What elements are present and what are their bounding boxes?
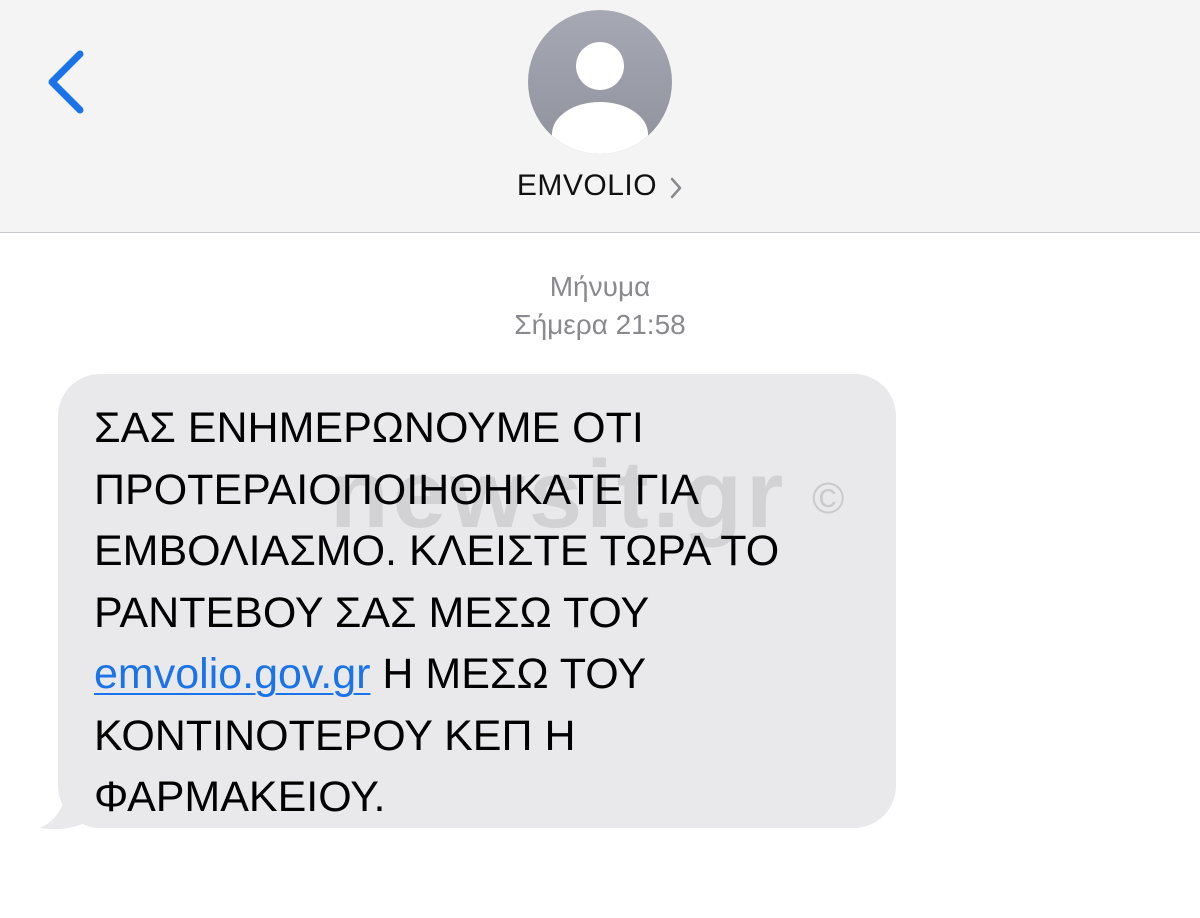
message-bubble[interactable]: ΣΑΣ ΕΝΗΜΕΡΩΝΟΥΜΕ ΟΤΙ ΠΡΟΤΕΡΑΙΟΠΟΙΗΘΗΚΑΤΕ… [58,374,896,828]
contact-info-button[interactable]: EMVOLIO [0,164,1200,208]
chevron-left-icon [48,50,84,114]
thread-label: Μήνυμα [549,271,651,302]
conversation-header: EMVOLIO [0,0,1200,233]
chevron-right-icon [670,177,682,199]
contact-name: EMVOLIO [516,169,658,202]
back-button[interactable] [40,48,96,116]
message-timestamp: Σήμερα 21:58 [514,309,686,340]
contact-avatar[interactable] [528,10,672,154]
message-text: ΣΑΣ ΕΝΗΜΕΡΩΝΟΥΜΕ ΟΤΙ ΠΡΟΤΕΡΑΙΟΠΟΙΗΘΗΚΑΤΕ… [94,398,876,829]
message-text-part1: ΣΑΣ ΕΝΗΜΕΡΩΝΟΥΜΕ ΟΤΙ ΠΡΟΤΕΡΑΙΟΠΟΙΗΘΗΚΑΤΕ… [94,404,780,637]
thread-meta: Μήνυμα Σήμερα 21:58 [0,268,1200,344]
message-link[interactable]: emvolio.gov.gr [94,650,370,698]
person-silhouette-icon [552,42,648,154]
